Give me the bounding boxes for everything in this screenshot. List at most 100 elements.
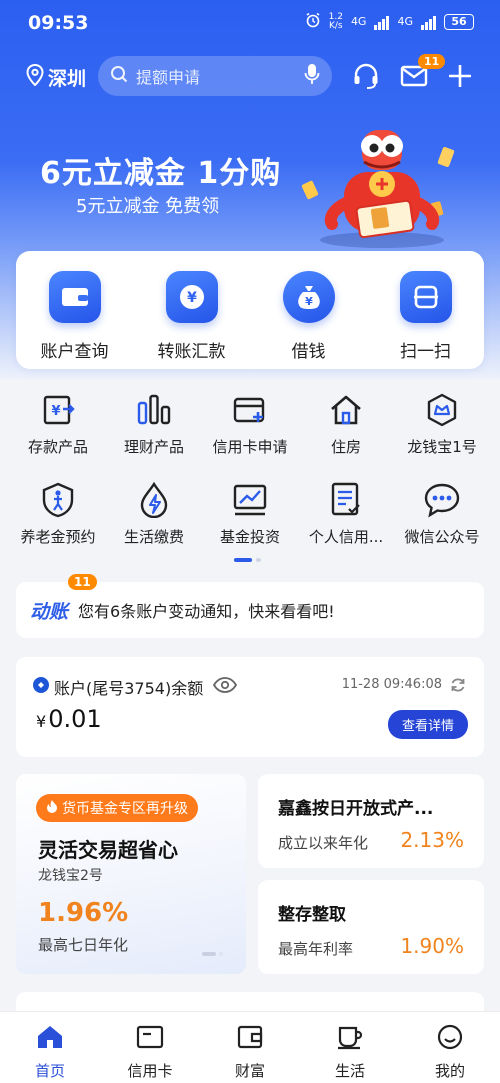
product-rate: 1.90% — [400, 934, 464, 958]
nav-credit-card[interactable]: 信用卡 — [100, 1012, 200, 1083]
location-pin-icon — [26, 63, 44, 91]
house-icon — [326, 390, 366, 430]
grid-row-1: ¥ 存款产品 理财产品 信用卡申请 住房 龙钱宝1号 — [10, 390, 490, 480]
signal-icon-2 — [421, 14, 436, 30]
nav-home[interactable]: 首页 — [0, 1012, 100, 1083]
money-bag-icon: ¥ — [282, 271, 335, 323]
action-transfer[interactable]: ¥ 转账汇款 — [133, 251, 250, 369]
account-title: 账户(尾号3754)余额 — [54, 679, 204, 698]
featured-rate-label: 最高七日年化 — [38, 936, 129, 954]
product-rate: 2.13% — [400, 828, 464, 852]
service-grid: ¥ 存款产品 理财产品 信用卡申请 住房 龙钱宝1号 养老金预约 生活缴费 基金… — [10, 390, 490, 570]
search-input[interactable]: 提额申请 — [98, 56, 332, 96]
yen-transfer-icon: ¥ — [165, 271, 218, 323]
add-icon[interactable] — [444, 60, 476, 92]
grid-item-wechat-account[interactable]: 微信公众号 — [394, 480, 490, 570]
banner-subtitle[interactable]: 5元立减金 免费领 — [76, 192, 219, 218]
bolt-drop-icon — [134, 480, 174, 520]
deposit-icon: ¥ — [38, 390, 78, 430]
cup-icon — [336, 1024, 364, 1054]
mail-badge: 11 — [418, 54, 446, 69]
status-bar: 09:53 1.2 K/s 4G 4G 56 — [0, 0, 500, 46]
notice-tag: 动账 — [30, 600, 69, 623]
notice-message: 您有6条账户变动通知，快来看看吧! — [78, 602, 335, 621]
svg-text:¥: ¥ — [187, 290, 197, 306]
card-add-icon — [230, 390, 270, 430]
location-selector[interactable]: 深圳 — [26, 63, 87, 91]
chat-bubble-icon — [422, 480, 462, 520]
search-icon — [110, 65, 128, 87]
wallet-icon — [48, 271, 101, 323]
smile-icon — [436, 1024, 464, 1054]
grid-row-2: 养老金预约 生活缴费 基金投资 个人信用... 微信公众号 — [10, 480, 490, 570]
product-rate-label: 成立以来年化 — [278, 834, 369, 852]
customer-service-icon[interactable] — [350, 60, 382, 92]
account-balance: ¥0.01 — [36, 705, 102, 733]
featured-headline: 灵活交易超省心 — [38, 838, 178, 862]
view-details-button[interactable]: 查看详情 — [387, 710, 468, 739]
grid-item-fund-investment[interactable]: 基金投资 — [202, 480, 298, 570]
microphone-icon[interactable] — [304, 63, 320, 89]
grid-item-deposit[interactable]: ¥ 存款产品 — [10, 390, 106, 480]
product-rate-label: 最高年利率 — [278, 940, 354, 958]
net-label-2: 4G — [397, 15, 413, 28]
action-scan[interactable]: 扫一扫 — [367, 251, 484, 369]
mascot-illustration[interactable] — [292, 112, 472, 252]
city-label: 深圳 — [48, 68, 87, 90]
featured-page-indicator — [202, 952, 223, 956]
account-timestamp: 11-28 09:46:08 — [341, 677, 442, 692]
nav-wealth[interactable]: 财富 — [200, 1012, 300, 1083]
net-label-1: 4G — [350, 15, 367, 28]
grid-item-personal-credit[interactable]: 个人信用... — [298, 480, 394, 570]
product-card-jiaxin[interactable]: 嘉鑫按日开放式产... 成立以来年化 2.13% — [258, 774, 484, 868]
signal-icon-1 — [374, 14, 390, 30]
home-icon — [36, 1024, 64, 1054]
credit-card-icon — [136, 1024, 164, 1054]
scan-icon — [399, 271, 452, 323]
grid-item-life-payment[interactable]: 生活缴费 — [106, 480, 202, 570]
main-actions-card: 账户查询 ¥ 转账汇款 ¥ 借钱 扫一扫 — [16, 251, 484, 369]
banner-title[interactable]: 6元立减金 1分购 — [40, 148, 281, 192]
status-time: 09:53 — [28, 12, 89, 34]
network-speed: 1.2 K/s — [328, 11, 343, 31]
promo-pill: 货币基金专区再升级 — [36, 794, 198, 822]
eye-icon[interactable] — [213, 677, 238, 697]
fire-icon — [46, 799, 58, 817]
crown-shield-icon — [422, 390, 462, 430]
transaction-notice[interactable]: 动账 11 您有6条账户变动通知，快来看看吧! — [16, 574, 484, 638]
bottom-nav: 首页 信用卡 财富 生活 我的 — [0, 1011, 500, 1083]
account-balance-card: 账户(尾号3754)余额 11-28 09:46:08 ¥0.01 查看详情 — [16, 657, 484, 757]
grid-page-indicator — [234, 558, 261, 562]
bank-logo-icon — [32, 676, 50, 698]
bar-chart-icon — [134, 390, 174, 430]
product-card-fixed-deposit[interactable]: 整存整取 最高年利率 1.90% — [258, 880, 484, 974]
battery-indicator: 56 — [444, 13, 474, 30]
nav-mine[interactable]: 我的 — [400, 1012, 500, 1083]
action-account-query[interactable]: 账户查询 — [16, 251, 133, 369]
credit-doc-icon — [326, 480, 366, 520]
account-title-row: 账户(尾号3754)余额 — [32, 675, 238, 699]
svg-text:¥: ¥ — [305, 295, 313, 308]
featured-rate: 1.96% — [38, 898, 129, 928]
action-borrow[interactable]: ¥ 借钱 — [250, 251, 367, 369]
svg-text:¥: ¥ — [51, 404, 60, 419]
nav-life[interactable]: 生活 — [300, 1012, 400, 1083]
alarm-icon — [305, 12, 321, 31]
top-bar: 深圳 提额申请 11 — [0, 52, 500, 100]
elder-icon — [38, 480, 78, 520]
grid-item-longqianbao-1[interactable]: 龙钱宝1号 — [394, 390, 490, 480]
product-title: 嘉鑫按日开放式产... — [278, 799, 434, 819]
notice-badge: 11 — [68, 574, 97, 590]
featured-product-card[interactable]: 货币基金专区再升级 灵活交易超省心 龙钱宝2号 1.96% 最高七日年化 — [16, 774, 246, 974]
grid-item-pension[interactable]: 养老金预约 — [10, 480, 106, 570]
status-icons: 1.2 K/s 4G 4G 56 — [305, 12, 474, 31]
refresh-icon[interactable] — [450, 677, 466, 697]
grid-item-credit-card-apply[interactable]: 信用卡申请 — [202, 390, 298, 480]
trend-chart-icon — [230, 480, 270, 520]
grid-item-housing[interactable]: 住房 — [298, 390, 394, 480]
grid-item-wealth-products[interactable]: 理财产品 — [106, 390, 202, 480]
product-title: 整存整取 — [278, 905, 346, 925]
wealth-wallet-icon — [236, 1024, 264, 1054]
featured-product-name: 龙钱宝2号 — [38, 868, 103, 884]
search-placeholder: 提额申请 — [136, 68, 201, 87]
